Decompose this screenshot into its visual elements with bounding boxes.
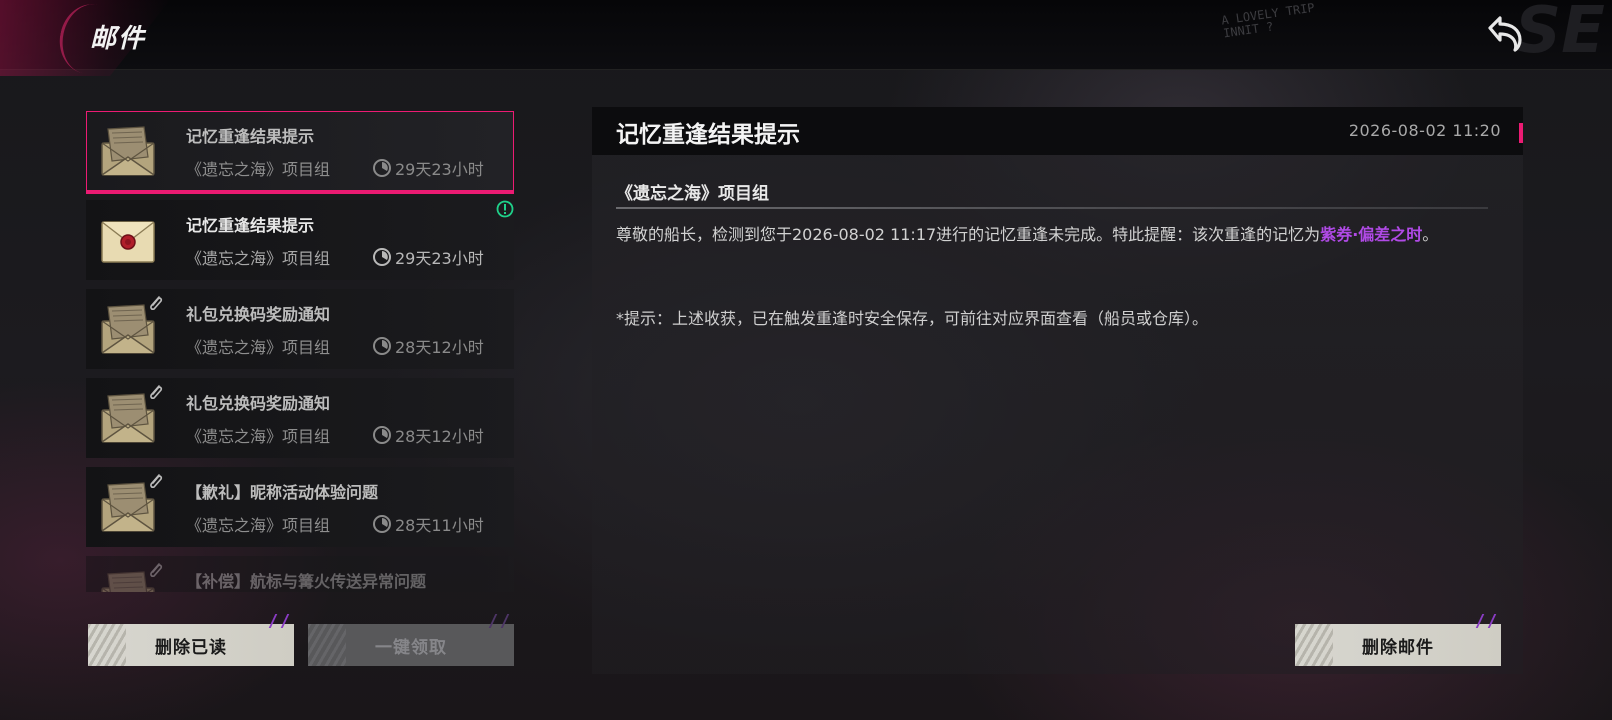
back-button[interactable] [1482, 14, 1526, 54]
detail-body-highlight: 紫券·偏差之时 [1320, 225, 1423, 244]
mail-detail-panel: 记忆重逢结果提示 2026-08-02 11:20 《遗忘之海》项目组 尊敬的船… [592, 107, 1523, 674]
attachment-clip-icon [148, 471, 164, 491]
detail-header: 记忆重逢结果提示 2026-08-02 11:20 [592, 107, 1523, 155]
mail-expire-text: 29天23小时 [395, 249, 484, 268]
mail-expire-time: 29天23小时 [372, 156, 484, 180]
mail-sender: 《遗忘之海》项目组 [186, 249, 331, 268]
mail-expire-text: 28天11小时 [395, 516, 484, 535]
delete-read-label: 删除已读 [155, 637, 227, 658]
top-bar: 邮件 A LOVELY TRIP INNIT ? SE [0, 0, 1612, 80]
mail-expire-text: 28天12小时 [395, 427, 484, 446]
detail-note: *提示：上述收获，已在触发重逢时安全保存，可前往对应界面查看（船员或仓库）。 [616, 309, 1209, 328]
mail-title: 记忆重逢结果提示 [186, 216, 315, 235]
detail-body-suffix: 。 [1422, 225, 1439, 244]
attachment-clip-icon [148, 560, 164, 580]
claim-all-label: 一键领取 [375, 637, 447, 658]
clock-icon [372, 514, 392, 534]
mail-title: 礼包兑换码奖励通知 [186, 305, 331, 324]
detail-body-text: 尊敬的船长，检测到您于2026-08-02 11:17进行的记忆重逢未完成。特此… [616, 225, 1321, 244]
mail-sender: 《遗忘之海》项目组 [186, 338, 331, 357]
mail-expire-text: 29天23小时 [395, 160, 484, 179]
mail-list-item[interactable]: 记忆重逢结果提示 《遗忘之海》项目组 29天23小时 [86, 200, 514, 280]
clock-icon [372, 425, 392, 445]
detail-title: 记忆重逢结果提示 [616, 122, 800, 148]
delete-mail-button[interactable]: 删除邮件 [1295, 624, 1501, 666]
mail-list-item[interactable]: 礼包兑换码奖励通知 《遗忘之海》项目组 28天12小时 [86, 289, 514, 369]
detail-body: 尊敬的船长，检测到您于2026-08-02 11:17进行的记忆重逢未完成。特此… [616, 221, 1488, 249]
delete-read-button[interactable]: 删除已读 [88, 624, 294, 666]
mail-sender: 《遗忘之海》项目组 [186, 160, 331, 179]
back-arrow-icon [1488, 16, 1522, 52]
mail-list-item[interactable]: 【补偿】航标与篝火传送异常问题 [86, 556, 514, 592]
detail-date: 2026-08-02 11:20 [1348, 121, 1501, 140]
new-mail-alert-icon [496, 200, 514, 218]
mail-title: 【歉礼】昵称活动体验问题 [186, 483, 379, 502]
mail-expire-time: 28天12小时 [372, 334, 484, 358]
envelope-sealed-icon [98, 212, 158, 268]
envelope-open-icon [98, 123, 158, 179]
delete-mail-label: 删除邮件 [1362, 637, 1434, 658]
detail-divider [616, 207, 1488, 209]
claim-all-button[interactable]: 一键领取 [308, 624, 514, 666]
detail-sender: 《遗忘之海》项目组 [616, 184, 769, 204]
mail-title: 【补偿】航标与篝火传送异常问题 [186, 572, 427, 591]
clock-icon [372, 336, 392, 356]
page-title: 邮件 [90, 24, 147, 54]
mail-expire-text: 28天12小时 [395, 338, 484, 357]
attachment-clip-icon [148, 293, 164, 313]
mail-title: 记忆重逢结果提示 [186, 127, 315, 146]
mail-list-item[interactable]: 记忆重逢结果提示 《遗忘之海》项目组 29天23小时 [86, 111, 514, 194]
attachment-clip-icon [148, 382, 164, 402]
mail-list[interactable]: 记忆重逢结果提示 《遗忘之海》项目组 29天23小时 记忆重逢结果提示 《遗忘之海》项目… [86, 111, 514, 592]
clock-icon [372, 158, 392, 178]
clock-icon [372, 247, 392, 267]
mail-expire-time: 28天12小时 [372, 423, 484, 447]
mail-title: 礼包兑换码奖励通知 [186, 394, 331, 413]
mail-list-item[interactable]: 礼包兑换码奖励通知 《遗忘之海》项目组 28天12小时 [86, 378, 514, 458]
mail-sender: 《遗忘之海》项目组 [186, 427, 331, 446]
decorative-text: A LOVELY TRIP INNIT ? [1220, 0, 1316, 41]
mail-sender: 《遗忘之海》项目组 [186, 516, 331, 535]
mail-expire-time: 28天11小时 [372, 512, 484, 536]
mail-list-item[interactable]: 【歉礼】昵称活动体验问题 《遗忘之海》项目组 28天11小时 [86, 467, 514, 547]
decorative-big-text: SE [1515, 0, 1605, 68]
mail-expire-time: 29天23小时 [372, 245, 484, 269]
